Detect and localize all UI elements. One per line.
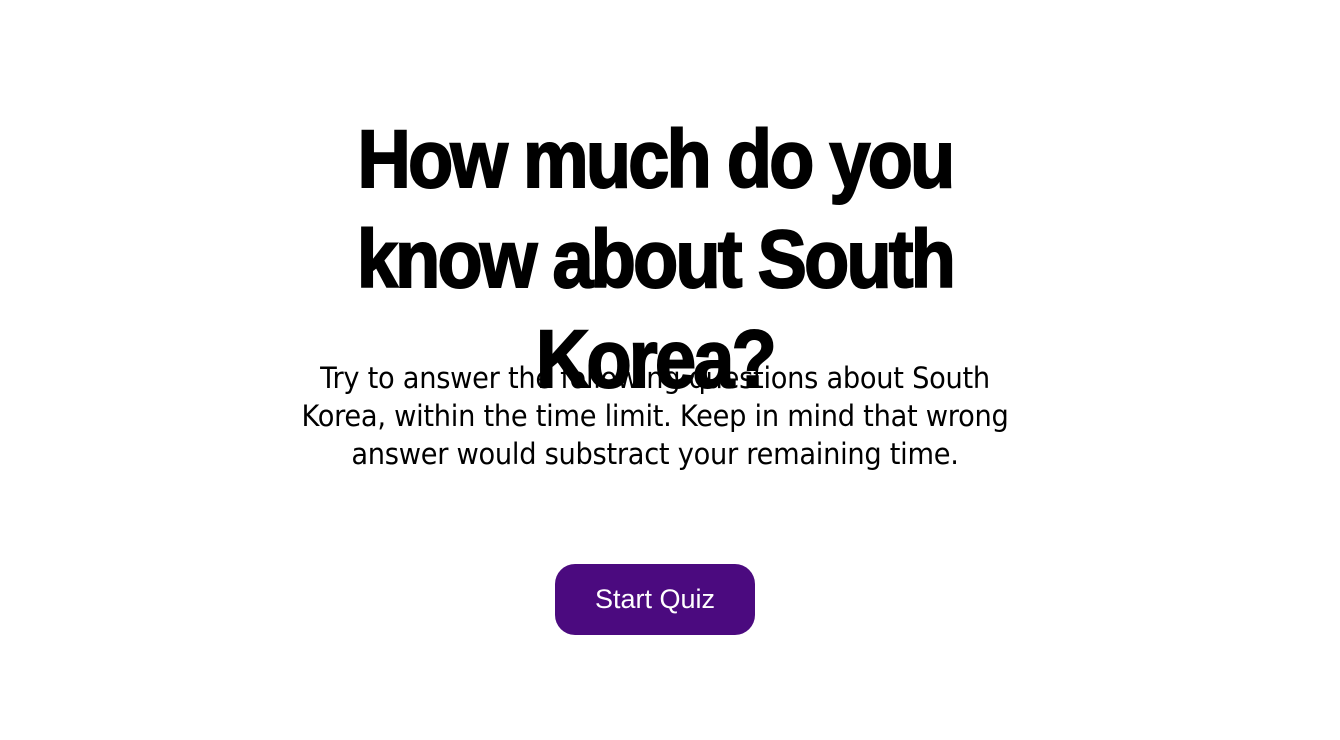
start-quiz-button[interactable]: Start Quiz: [555, 564, 755, 635]
quiz-description: Try to answer the following questions ab…: [301, 361, 1009, 471]
